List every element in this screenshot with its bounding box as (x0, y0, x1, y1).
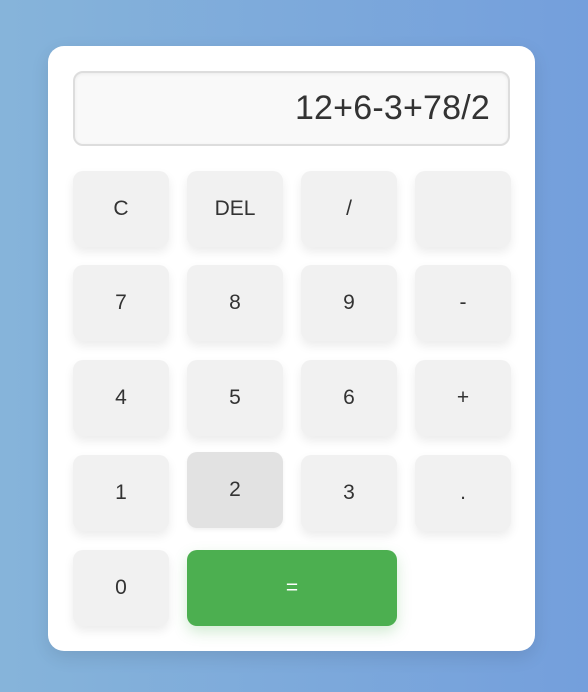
calculator-display: 12+6-3+78/2 (73, 71, 510, 146)
blank-button[interactable] (415, 171, 511, 247)
digit-7-button[interactable]: 7 (73, 265, 169, 341)
display-expression: 12+6-3+78/2 (294, 89, 490, 127)
digit-6-button[interactable]: 6 (301, 360, 397, 436)
divide-button[interactable]: / (301, 171, 397, 247)
digit-0-button[interactable]: 0 (73, 550, 169, 626)
digit-5-button[interactable]: 5 (187, 360, 283, 436)
calculator-panel: 12+6-3+78/2 C DEL / 7 8 9 - 4 5 6 + 1 2 … (48, 46, 535, 651)
decimal-button[interactable]: . (415, 455, 511, 531)
digit-2-button[interactable]: 2 (187, 452, 283, 528)
clear-button[interactable]: C (73, 171, 169, 247)
digit-4-button[interactable]: 4 (73, 360, 169, 436)
digit-8-button[interactable]: 8 (187, 265, 283, 341)
equals-button[interactable]: = (187, 550, 397, 626)
digit-9-button[interactable]: 9 (301, 265, 397, 341)
delete-button[interactable]: DEL (187, 171, 283, 247)
minus-button[interactable]: - (415, 265, 511, 341)
plus-button[interactable]: + (415, 360, 511, 436)
digit-3-button[interactable]: 3 (301, 455, 397, 531)
digit-1-button[interactable]: 1 (73, 455, 169, 531)
